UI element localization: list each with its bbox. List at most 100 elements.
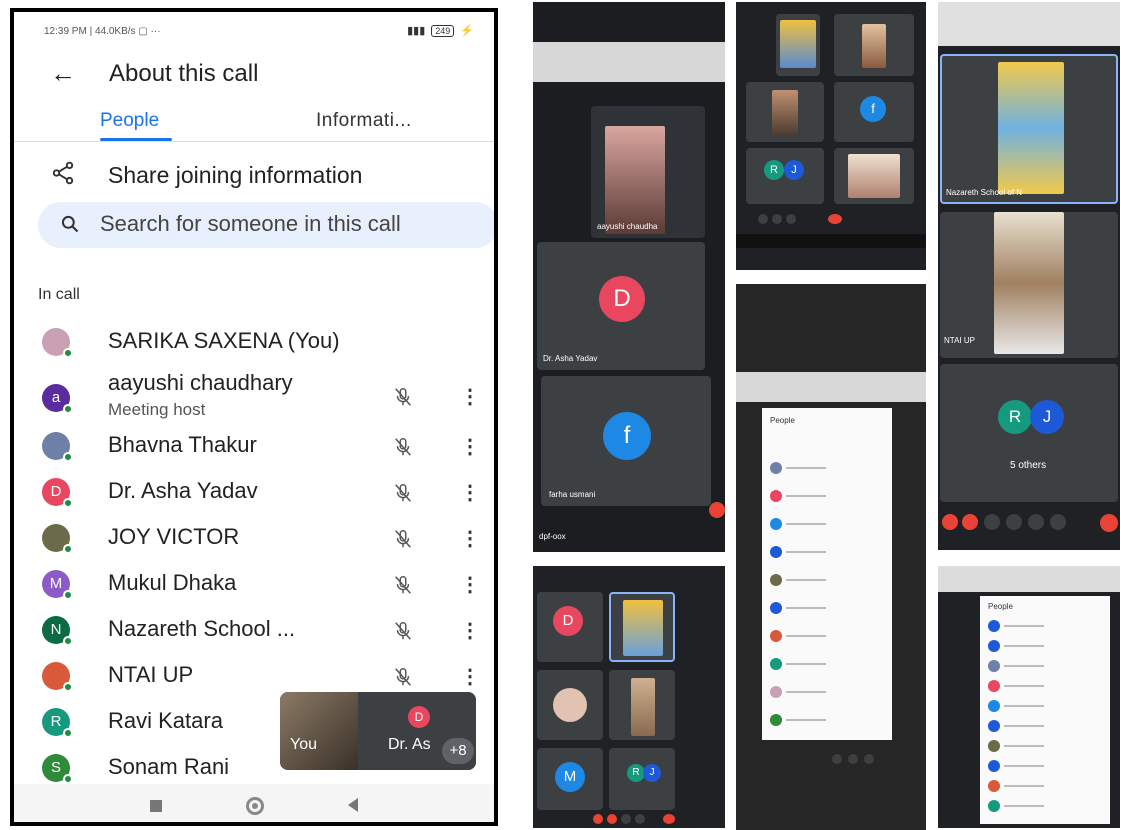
control-icon — [942, 514, 958, 530]
floating-video-tiles[interactable]: You D Dr. As +8 — [280, 692, 476, 770]
more-options-icon[interactable]: ⋮ — [460, 526, 480, 551]
participant-role: Meeting host — [108, 400, 206, 419]
participant-avatar — [42, 662, 73, 692]
tile-label: Dr. Asha Yadav — [543, 354, 598, 363]
video-tile — [537, 670, 603, 740]
avatar-r: R — [764, 160, 784, 180]
avatar-initial: M — [49, 575, 63, 592]
android-nav-bar — [14, 784, 494, 822]
mini-avatar — [770, 462, 782, 474]
participant-avatar-photo — [553, 688, 587, 722]
people-panel-title: People — [770, 416, 795, 425]
video-tile-farha: f farha usmani — [541, 376, 711, 506]
online-status-dot — [63, 728, 73, 738]
participant-row[interactable]: M Mukul Dhaka ⋮ — [40, 562, 490, 608]
more-options-icon[interactable]: ⋮ — [460, 434, 480, 459]
avatar-f: f — [860, 96, 886, 122]
tile-label: Nazareth School of N — [946, 188, 1023, 197]
control-icon — [864, 754, 874, 764]
mini-row — [1004, 785, 1044, 787]
online-status-dot — [63, 498, 73, 508]
mini-avatar — [988, 660, 1000, 672]
mini-avatar — [988, 800, 1000, 812]
share-joining-info-button[interactable]: Share joining information — [50, 160, 362, 188]
browser-tab-bar — [533, 42, 725, 82]
mic-muted-icon — [395, 438, 411, 456]
avatar-initial: S — [50, 759, 61, 776]
signal-icon: ▮▮▮ — [407, 25, 426, 37]
mic-muted-icon — [395, 622, 411, 640]
back-arrow-icon[interactable]: ← — [50, 58, 76, 89]
mini-avatar — [770, 686, 782, 698]
status-bar: 12:39 PM | 44.0KB/s ▢ ··· — [44, 26, 161, 37]
mini-avatar — [988, 640, 1000, 652]
online-status-dot — [63, 452, 73, 462]
participant-row[interactable]: JOY VICTOR ⋮ — [40, 516, 490, 562]
mini-row — [1004, 745, 1044, 747]
mini-row — [1004, 765, 1044, 767]
mini-row — [1004, 705, 1044, 707]
meet-screenshot-4: People — [736, 284, 926, 830]
participant-name: Nazareth School ... — [108, 616, 296, 641]
participant-name: JOY VICTOR — [108, 524, 240, 549]
video-tile — [834, 14, 914, 76]
more-participants-badge[interactable]: +8 — [442, 738, 474, 764]
mini-avatar — [770, 630, 782, 642]
mini-row — [1004, 645, 1044, 647]
avatar-initial: N — [50, 621, 62, 638]
avatar-d: D — [553, 606, 583, 636]
mini-avatar — [770, 602, 782, 614]
meet-screenshot-3: Nazareth School of N NTAI UP R J 5 other… — [938, 2, 1120, 550]
avatar-j: J — [1030, 400, 1064, 434]
recents-button[interactable] — [150, 800, 162, 812]
mini-row — [1004, 805, 1044, 807]
participant-row[interactable]: N Nazareth School ... ⋮ — [40, 608, 490, 654]
video-tile: D — [537, 592, 603, 662]
tab-people[interactable]: People — [100, 110, 159, 132]
mini-row — [786, 607, 826, 609]
participant-row[interactable]: D Dr. Asha Yadav ⋮ — [40, 470, 490, 516]
participant-name: Mukul Dhaka — [108, 570, 237, 595]
participant-photo — [780, 20, 816, 68]
participant-name: aayushi chaudhary — [108, 370, 293, 395]
taskbar — [736, 234, 926, 248]
video-tile-others: R J — [746, 148, 824, 204]
search-input[interactable] — [100, 211, 492, 237]
more-options-icon[interactable]: ⋮ — [460, 664, 480, 689]
meet-screenshot-6: People — [938, 566, 1120, 828]
mini-row — [786, 551, 826, 553]
participant-row[interactable]: SARIKA SAXENA (You) — [40, 320, 490, 366]
more-options-icon[interactable]: ⋮ — [460, 384, 480, 409]
tab-information[interactable]: Informati... — [316, 110, 412, 132]
mini-avatar — [770, 714, 782, 726]
mini-row — [786, 579, 826, 581]
status-right: ▮▮▮ 249 ⚡ — [407, 24, 474, 37]
video-tile-others: R J 5 others — [940, 364, 1118, 502]
online-status-dot — [63, 404, 73, 414]
more-options-icon[interactable]: ⋮ — [460, 572, 480, 597]
mini-row — [1004, 665, 1044, 667]
meet-screenshot-5: D M R J — [533, 566, 725, 828]
self-video-tile[interactable]: You — [280, 692, 358, 770]
mini-avatar — [988, 760, 1000, 772]
mini-avatar — [770, 574, 782, 586]
online-status-dot — [63, 590, 73, 600]
more-options-icon[interactable]: ⋮ — [460, 618, 480, 643]
mini-row — [1004, 725, 1044, 727]
back-button[interactable] — [348, 798, 358, 812]
more-options-icon[interactable]: ⋮ — [460, 480, 480, 505]
meeting-code: dpf-oox — [539, 532, 566, 541]
mini-row — [786, 663, 826, 665]
video-tile-ntai: NTAI UP — [940, 212, 1118, 358]
participant-row[interactable]: a aayushi chaudhary Meeting host ⋮ — [40, 366, 490, 424]
video-tile — [776, 14, 820, 76]
mini-row — [786, 467, 826, 469]
tile-label: farha usmani — [549, 490, 596, 499]
end-call-icon — [828, 214, 842, 224]
search-bar[interactable] — [38, 202, 494, 248]
participant-row[interactable]: Bhavna Thakur ⋮ — [40, 424, 490, 470]
mini-avatar — [770, 658, 782, 670]
participant-photo — [994, 212, 1064, 354]
home-button[interactable] — [246, 797, 264, 815]
participant-avatar: M — [42, 570, 73, 600]
